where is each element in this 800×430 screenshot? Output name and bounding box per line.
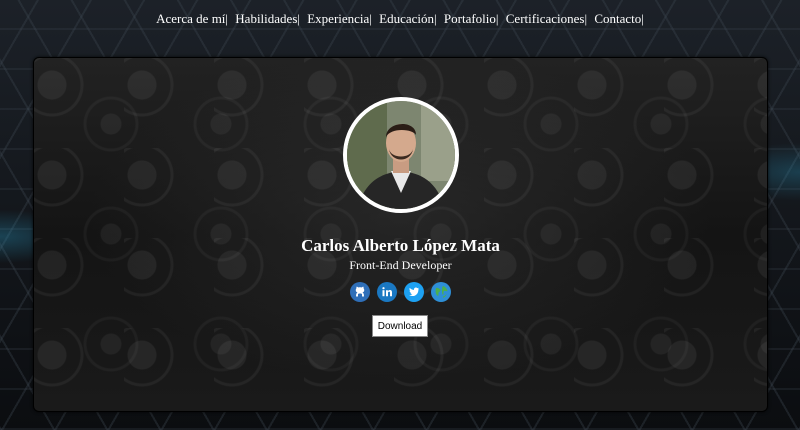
profile-photo [347, 101, 455, 209]
nav-link-skills[interactable]: Habilidades [235, 11, 297, 26]
nav-separator: | [641, 11, 644, 26]
top-navigation: Acerca de mí| Habilidades| Experiencia| … [0, 11, 800, 27]
nav-separator: | [225, 11, 229, 26]
avatar [343, 97, 459, 213]
download-button[interactable]: Download [372, 315, 428, 337]
social-links [34, 282, 767, 302]
nav-link-about[interactable]: Acerca de mí [156, 11, 225, 26]
twitter-link[interactable] [404, 282, 424, 302]
nav-separator: | [495, 11, 499, 26]
nav-link-contact[interactable]: Contacto [594, 11, 641, 26]
profile-card: Carlos Alberto López Mata Front-End Deve… [33, 57, 768, 412]
twitter-icon [404, 282, 424, 302]
website-link[interactable] [431, 282, 451, 302]
nav-separator: | [369, 11, 372, 26]
nav-link-education[interactable]: Educación [379, 11, 434, 26]
globe-icon [431, 282, 451, 302]
linkedin-link[interactable] [377, 282, 397, 302]
nav-link-portfolio[interactable]: Portafolio [444, 11, 496, 26]
nav-link-experience[interactable]: Experiencia [307, 11, 369, 26]
linkedin-icon [377, 282, 397, 302]
profile-name: Carlos Alberto López Mata [301, 236, 500, 255]
nav-separator: | [434, 11, 437, 26]
nav-link-certifications[interactable]: Certificaciones [506, 11, 585, 26]
profile-role: Front-End Developer [349, 258, 452, 272]
nav-separator: | [584, 11, 588, 26]
nav-separator: | [297, 11, 300, 26]
github-icon [350, 282, 370, 302]
github-link[interactable] [350, 282, 370, 302]
